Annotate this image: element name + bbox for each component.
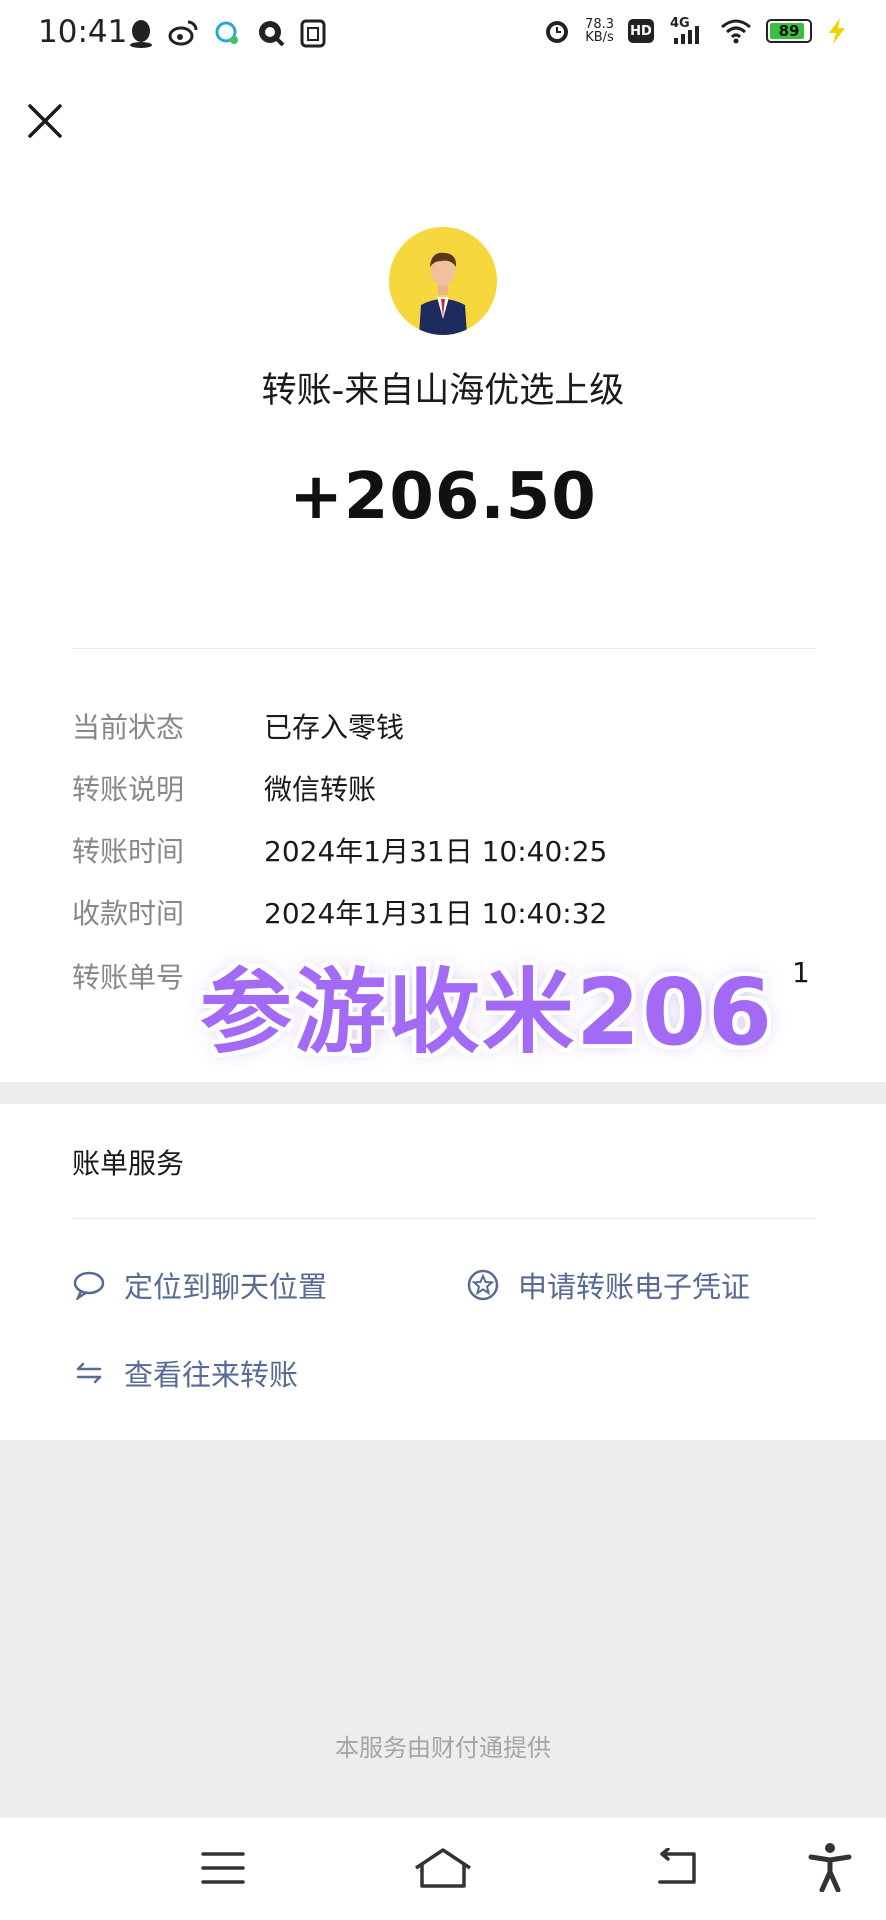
- alarm-icon: [546, 21, 569, 43]
- system-nav-bar: [0, 1818, 886, 1920]
- network-speed: 78.3 KB/s: [585, 18, 614, 44]
- detail-label: 转账说明: [72, 773, 185, 806]
- view-transfers-link[interactable]: 查看往来转账: [72, 1352, 298, 1394]
- speed-unit: KB/s: [585, 30, 614, 45]
- detail-value: 已存入零钱: [264, 711, 405, 744]
- detail-label: 当前状态: [72, 711, 185, 744]
- charging-icon: [829, 18, 845, 44]
- transfer-amount: +206.50: [289, 460, 597, 534]
- businessman-avatar-icon: [389, 227, 497, 335]
- detail-value: 2024年1月31日 10:40:32: [264, 897, 608, 930]
- close-icon[interactable]: [24, 100, 66, 142]
- bill-services-section: 账单服务 定位到聊天位置 申请转账电子凭证 查看往来转账: [0, 1104, 886, 1440]
- detail-value[interactable]: 1: [792, 956, 810, 989]
- accessibility-icon[interactable]: [808, 1842, 852, 1892]
- link-label: 定位到聊天位置: [124, 1270, 328, 1304]
- section-title: 账单服务: [72, 1147, 185, 1180]
- qq-icon: [130, 20, 152, 48]
- back-icon[interactable]: [652, 1848, 700, 1888]
- detail-label: 转账单号: [72, 961, 185, 994]
- chat-app-icon: [215, 21, 238, 44]
- network-type-label: 4G: [670, 16, 690, 31]
- locate-chat-link[interactable]: 定位到聊天位置: [72, 1264, 327, 1306]
- avatar: [389, 227, 497, 335]
- hd-badge: HD: [628, 19, 654, 43]
- detail-label: 转账时间: [72, 835, 185, 868]
- link-label: 申请转账电子凭证: [518, 1270, 751, 1304]
- link-label: 查看往来转账: [124, 1358, 299, 1392]
- battery-level: 89: [778, 22, 800, 40]
- menu-icon[interactable]: [200, 1848, 246, 1888]
- detail-value: 2024年1月31日 10:40:25: [264, 835, 608, 868]
- provider-note: 本服务由财付通提供: [335, 1734, 551, 1762]
- watermark-overlay: 参游收米206: [200, 959, 775, 1066]
- chat-bubble-icon: [73, 1271, 105, 1300]
- detail-label: 收款时间: [72, 897, 185, 930]
- detail-value: 微信转账: [264, 773, 377, 806]
- battery-indicator: 89: [766, 19, 812, 43]
- wifi-icon: [721, 19, 751, 44]
- signal-icon: 4G: [670, 16, 699, 44]
- browser-icon: [259, 21, 285, 47]
- system-icons: 78.3 KB/s HD 4G 89: [543, 16, 848, 46]
- divider: [72, 648, 816, 649]
- transfer-title: 转账-来自山海优选上级: [261, 371, 625, 411]
- calendar-icon: [300, 19, 326, 48]
- divider: [72, 1218, 816, 1219]
- status-time: 10:41: [38, 14, 128, 50]
- weibo-icon: [168, 20, 198, 46]
- notification-icons: [128, 18, 326, 48]
- home-icon[interactable]: [412, 1846, 474, 1890]
- status-bar: 10:41 78.3 KB/s HD 4G 89: [0, 0, 886, 70]
- transfer-arrows-icon: [76, 1362, 102, 1384]
- star-badge-icon: [467, 1269, 499, 1301]
- e-voucher-link[interactable]: 申请转账电子凭证: [466, 1264, 750, 1306]
